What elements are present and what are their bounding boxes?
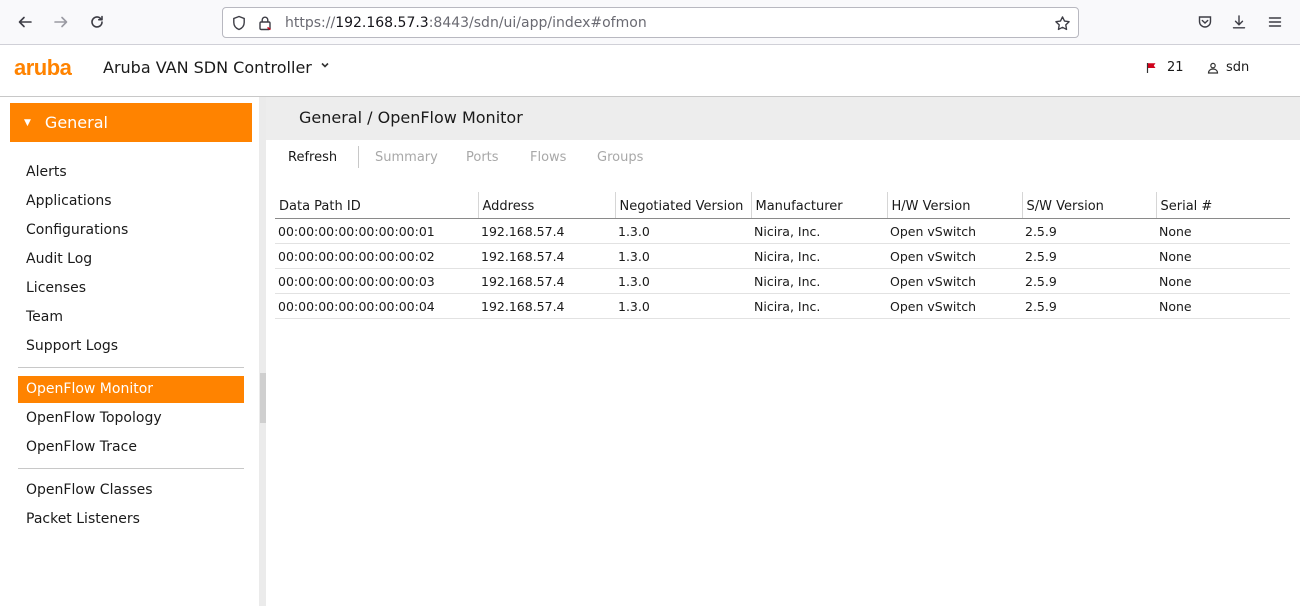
column-header-data-path-id[interactable]: Data Path ID [275,192,479,219]
sidebar-section-label: General [44,113,108,132]
tab-groups[interactable]: Groups [597,150,643,165]
sidebar-section-general[interactable]: ▼ General [10,103,252,142]
openflow-datapath-table: Data Path ID Address Negotiated Version … [275,192,1290,319]
cell-sw-version: 2.5.9 [1022,268,1156,294]
tab-ports[interactable]: Ports [466,150,499,165]
cell-sw-version: 2.5.9 [1022,293,1156,319]
cell-data-path-id: 00:00:00:00:00:00:00:03 [275,268,478,294]
cell-hw-version: Open vSwitch [887,218,1022,244]
cell-negotiated-version: 1.3.0 [615,293,751,319]
user-icon [1207,62,1219,74]
cell-negotiated-version: 1.3.0 [615,218,751,244]
cell-serial: None [1156,268,1290,294]
column-header-address[interactable]: Address [478,192,616,219]
sidebar-item-packet-listeners[interactable]: Packet Listeners [26,511,140,527]
sidebar: ▼ General Alerts Applications Configurat… [0,97,260,606]
sidebar-item-configurations[interactable]: Configurations [26,222,128,238]
sidebar-divider [18,367,244,368]
sidebar-item-alerts[interactable]: Alerts [26,164,67,180]
reload-icon[interactable] [83,8,111,36]
column-header-serial[interactable]: Serial # [1156,192,1290,219]
url-scheme: https:// [285,15,336,31]
app-header: aruba Aruba VAN SDN Controller 21 sdn [0,45,1300,97]
cell-serial: None [1156,243,1290,269]
cell-address: 192.168.57.4 [478,218,615,244]
sidebar-item-team[interactable]: Team [26,309,63,325]
lock-icon[interactable] [256,14,274,32]
cell-hw-version: Open vSwitch [887,268,1022,294]
tab-refresh[interactable]: Refresh [288,150,337,165]
cell-hw-version: Open vSwitch [887,293,1022,319]
aruba-logo[interactable]: aruba [14,55,72,81]
cell-hw-version: Open vSwitch [887,243,1022,269]
menu-icon[interactable] [1261,8,1289,36]
download-icon[interactable] [1225,8,1253,36]
alert-count: 21 [1167,60,1184,75]
forward-icon[interactable] [47,8,75,36]
sidebar-item-applications[interactable]: Applications [26,193,112,209]
table-row[interactable]: 00:00:00:00:00:00:00:01 192.168.57.4 1.3… [275,218,1290,244]
sidebar-item-audit-log[interactable]: Audit Log [26,251,92,267]
main-content: General / OpenFlow Monitor Refresh Summa… [266,97,1300,606]
chevron-down-icon[interactable] [320,59,330,73]
tab-summary[interactable]: Summary [375,150,438,165]
cell-address: 192.168.57.4 [478,243,615,269]
url-path: :8443/sdn/ui/app/index#ofmon [428,15,647,31]
sidebar-item-label: OpenFlow Monitor [26,381,154,397]
cell-serial: None [1156,218,1290,244]
browser-toolbar: https://192.168.57.3:8443/sdn/ui/app/ind… [0,0,1300,45]
sidebar-item-licenses[interactable]: Licenses [26,280,86,296]
cell-sw-version: 2.5.9 [1022,243,1156,269]
url-host: 192.168.57.3 [335,15,429,31]
caret-down-icon: ▼ [24,117,31,128]
app-title[interactable]: Aruba VAN SDN Controller [103,58,312,77]
cell-negotiated-version: 1.3.0 [615,268,751,294]
cell-data-path-id: 00:00:00:00:00:00:00:01 [275,218,478,244]
sidebar-item-openflow-trace[interactable]: OpenFlow Trace [26,439,137,455]
table-row[interactable]: 00:00:00:00:00:00:00:02 192.168.57.4 1.3… [275,243,1290,269]
column-header-negotiated-version[interactable]: Negotiated Version [615,192,752,219]
shield-icon[interactable] [230,14,248,32]
title-bar: General / OpenFlow Monitor [266,97,1300,140]
bookmark-star-icon[interactable] [1053,14,1071,32]
sidebar-item-openflow-monitor[interactable]: OpenFlow Monitor [18,376,244,403]
url-bar[interactable]: https://192.168.57.3:8443/sdn/ui/app/ind… [222,7,1079,38]
tab-separator [358,146,359,168]
cell-serial: None [1156,293,1290,319]
sidebar-item-openflow-topology[interactable]: OpenFlow Topology [26,410,162,426]
column-header-manufacturer[interactable]: Manufacturer [751,192,888,219]
cell-manufacturer: Nicira, Inc. [751,293,887,319]
column-header-hw-version[interactable]: H/W Version [887,192,1023,219]
cell-manufacturer: Nicira, Inc. [751,243,887,269]
cell-negotiated-version: 1.3.0 [615,243,751,269]
sidebar-item-support-logs[interactable]: Support Logs [26,338,118,354]
alerts-indicator[interactable]: 21 [1146,60,1184,75]
cell-address: 192.168.57.4 [478,268,615,294]
page-title: General / OpenFlow Monitor [299,108,523,127]
url-text[interactable]: https://192.168.57.3:8443/sdn/ui/app/ind… [285,15,647,31]
cell-manufacturer: Nicira, Inc. [751,268,887,294]
table-row[interactable]: 00:00:00:00:00:00:00:03 192.168.57.4 1.3… [275,268,1290,294]
user-name: sdn [1226,60,1250,75]
table-row[interactable]: 00:00:00:00:00:00:00:04 192.168.57.4 1.3… [275,293,1290,319]
flag-icon [1146,62,1156,73]
back-icon[interactable] [11,8,39,36]
cell-address: 192.168.57.4 [478,293,615,319]
column-header-sw-version[interactable]: S/W Version [1022,192,1157,219]
cell-data-path-id: 00:00:00:00:00:00:00:02 [275,243,478,269]
sidebar-divider [18,468,244,469]
cell-data-path-id: 00:00:00:00:00:00:00:04 [275,293,478,319]
cell-sw-version: 2.5.9 [1022,218,1156,244]
sidebar-scrollbar[interactable] [259,97,266,606]
pocket-icon[interactable] [1191,8,1219,36]
tab-flows[interactable]: Flows [530,150,566,165]
user-menu[interactable]: sdn [1207,60,1249,75]
cell-manufacturer: Nicira, Inc. [751,218,887,244]
sidebar-item-openflow-classes[interactable]: OpenFlow Classes [26,482,153,498]
table-header-row: Data Path ID Address Negotiated Version … [275,192,1290,219]
